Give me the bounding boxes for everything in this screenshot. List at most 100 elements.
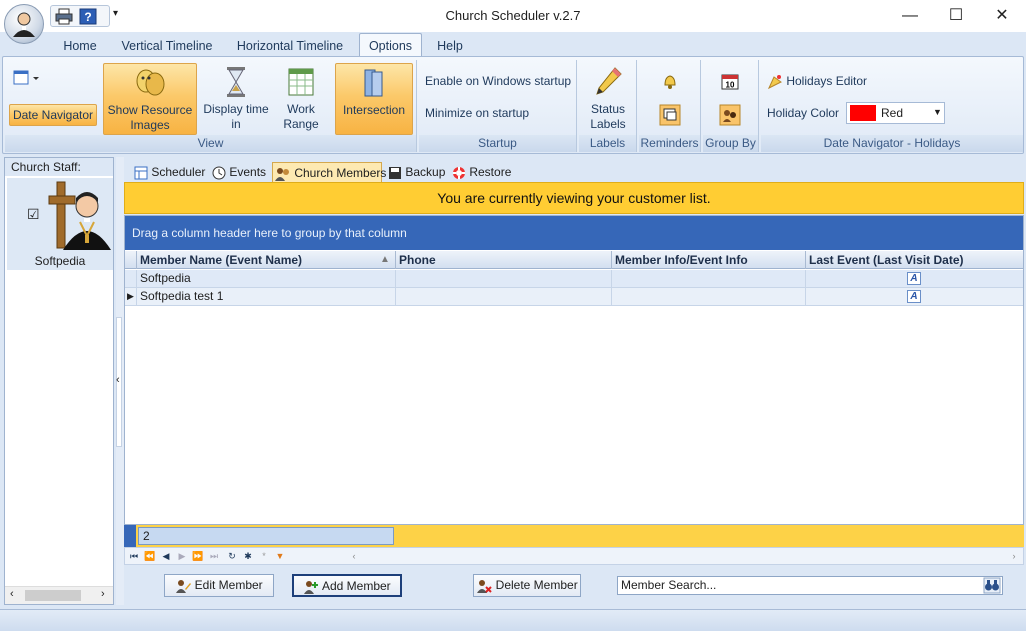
close-button[interactable]: ✕: [979, 0, 1025, 32]
phone-cell[interactable]: [396, 288, 612, 305]
tab-scheduler[interactable]: Scheduler: [132, 162, 208, 182]
tab-vertical-timeline[interactable]: Vertical Timeline: [113, 36, 221, 56]
group-by-panel[interactable]: Drag a column header here to group by th…: [125, 216, 1023, 250]
staff-item[interactable]: ☑ Softpedia: [7, 178, 113, 270]
view-group-label: View: [5, 135, 416, 152]
tab-horizontal-timeline[interactable]: Horizontal Timeline: [228, 36, 352, 56]
tab-home[interactable]: Home: [53, 36, 107, 56]
previous-page-icon[interactable]: ⏪: [143, 549, 157, 564]
date-navigator-button[interactable]: Date Navigator: [9, 104, 97, 126]
ribbon-group-reminders: Reminders: [639, 60, 701, 152]
holiday-color-label: Holiday Color: [767, 106, 840, 120]
app-title: Church Scheduler v.2.7: [445, 8, 581, 23]
last-record-icon[interactable]: ⏭: [207, 549, 221, 564]
holiday-color-select[interactable]: Red ▼: [846, 102, 945, 124]
main-content: Scheduler Events Church Members Backup R…: [124, 157, 1024, 605]
sidebar-scrollbar[interactable]: ‹ ›: [5, 586, 113, 604]
intersection-button[interactable]: Intersection: [335, 63, 413, 135]
tab-restore[interactable]: Restore: [450, 162, 516, 182]
scroll-right-icon[interactable]: ›: [101, 588, 105, 600]
grid-footer: 2: [124, 525, 1024, 547]
holidays-editor-icon: [767, 75, 782, 90]
group-people-icon[interactable]: [719, 104, 741, 126]
tab-backup-label: Backup: [405, 165, 446, 179]
member-name-cell[interactable]: Softpedia test 1: [137, 288, 396, 305]
chevron-down-icon: ▼: [933, 107, 942, 117]
tab-backup[interactable]: Backup: [386, 162, 446, 182]
title-bar: ? ▾ Church Scheduler v.2.7 — ☐ ✕: [0, 0, 1026, 32]
column-header-member-name-label: Member Name (Event Name): [140, 253, 303, 267]
members-icon: [275, 167, 289, 181]
scroll-right-icon[interactable]: ›: [1007, 549, 1021, 564]
bell-icon[interactable]: [661, 72, 679, 90]
minimize-button[interactable]: —: [887, 0, 933, 32]
phone-cell[interactable]: [396, 270, 612, 287]
column-header-member-name[interactable]: Member Name (Event Name) ▲: [137, 251, 396, 269]
tab-help[interactable]: Help: [428, 36, 472, 56]
refresh-icon[interactable]: ↻: [225, 549, 239, 564]
member-info-cell[interactable]: [612, 270, 806, 287]
sort-ascending-icon: ▲: [380, 254, 390, 265]
column-header-phone[interactable]: Phone: [396, 251, 612, 269]
text-editor-icon[interactable]: A: [907, 272, 921, 285]
column-header-member-info[interactable]: Member Info/Event Info: [612, 251, 806, 269]
holidays-editor-button[interactable]: Holidays Editor: [767, 74, 867, 90]
next-page-icon[interactable]: ⏩: [191, 549, 205, 564]
ribbon-group-labels: Status Labels Labels: [579, 60, 637, 152]
column-header-last-event[interactable]: Last Event (Last Visit Date): [806, 251, 1023, 269]
work-range-button[interactable]: Work Range: [273, 63, 329, 135]
tab-events[interactable]: Events: [210, 162, 270, 182]
windows-icon[interactable]: [659, 104, 681, 126]
ribbon-group-group-by: 10 Group By: [703, 60, 759, 152]
last-event-cell[interactable]: A: [806, 270, 1023, 287]
edit-member-button[interactable]: Edit Member: [164, 574, 274, 597]
previous-record-icon[interactable]: ◀: [159, 549, 173, 564]
member-info-cell[interactable]: [612, 288, 806, 305]
last-event-cell[interactable]: A: [806, 288, 1023, 305]
layout-dropdown-button[interactable]: [9, 68, 43, 90]
scroll-thumb[interactable]: [25, 590, 81, 601]
insert-icon[interactable]: *: [257, 549, 271, 564]
layout-icon: [13, 70, 39, 85]
tab-church-members[interactable]: Church Members: [272, 162, 386, 182]
minimize-on-startup-button[interactable]: Minimize on startup: [425, 106, 529, 120]
theater-masks-icon: [136, 69, 165, 96]
show-resource-images-label: Show Resource Images: [107, 103, 193, 132]
filter-icon[interactable]: ▼: [273, 549, 287, 564]
priest-icon: [48, 181, 111, 250]
church-staff-header: Church Staff:: [5, 158, 113, 176]
group-by-group-label: Group By: [703, 135, 758, 152]
append-icon[interactable]: ✱: [241, 549, 255, 564]
add-member-button[interactable]: Add Member: [292, 574, 402, 597]
member-name-cell[interactable]: Softpedia: [137, 270, 396, 287]
calendar-icon[interactable]: 10: [721, 72, 739, 90]
holidays-group-label: Date Navigator - Holidays: [761, 135, 1023, 152]
binoculars-icon[interactable]: [983, 577, 1001, 594]
display-time-in-button[interactable]: Display time in: [203, 63, 269, 135]
first-record-icon[interactable]: ⏮: [127, 549, 141, 564]
next-record-icon[interactable]: ▶: [175, 549, 189, 564]
scroll-left-icon[interactable]: ‹: [347, 549, 361, 564]
labels-group-label: Labels: [579, 135, 636, 152]
edit-member-icon: [176, 579, 192, 593]
show-resource-images-button[interactable]: Show Resource Images: [103, 63, 197, 135]
tab-restore-label: Restore: [469, 165, 512, 179]
text-editor-icon[interactable]: A: [907, 290, 921, 303]
scroll-left-icon[interactable]: ‹: [10, 588, 14, 600]
status-labels-button[interactable]: Status Labels: [583, 63, 633, 135]
ribbon-panel: Date Navigator Show Resource Images Disp…: [2, 56, 1024, 154]
collapse-left-icon[interactable]: ‹: [116, 374, 120, 386]
delete-member-button[interactable]: Delete Member: [473, 574, 581, 597]
table-row[interactable]: Softpedia A: [125, 270, 1023, 288]
enable-windows-startup-button[interactable]: Enable on Windows startup: [425, 74, 571, 88]
work-range-label: Work Range: [283, 102, 319, 131]
maximize-button[interactable]: ☐: [933, 0, 979, 32]
hourglass-icon: [227, 67, 245, 97]
tab-options[interactable]: Options: [359, 33, 422, 57]
lifebuoy-icon: [453, 166, 465, 179]
staff-checkbox[interactable]: ☑: [27, 206, 40, 223]
member-search-input[interactable]: Member Search...: [617, 576, 1003, 595]
app-menu-button[interactable]: [4, 4, 44, 44]
table-row[interactable]: ▶ Softpedia test 1 A: [125, 288, 1023, 306]
panel-splitter[interactable]: ‹: [116, 157, 124, 605]
